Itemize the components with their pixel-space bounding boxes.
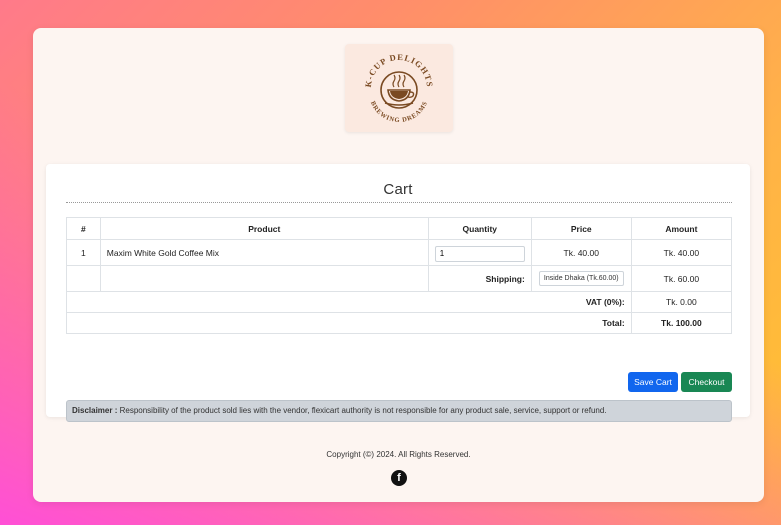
checkout-button[interactable]: Checkout [681,372,732,392]
disclaimer-label: Disclaimer : [72,406,118,415]
svg-text:K-CUP DELIGHTS: K-CUP DELIGHTS [363,52,435,88]
save-cart-button[interactable]: Save Cart [628,372,678,392]
empty-cell [99,265,429,292]
column-header-amount: Amount [630,217,733,240]
total-label: Total: [66,312,632,334]
item-index: 1 [66,239,101,266]
copyright-text: Copyright (©) 2024. All Rights Reserved. [326,450,471,459]
disclaimer-alert: Disclaimer : Responsibility of the produ… [66,400,732,422]
item-price: Tk. 40.00 [530,239,632,266]
shipping-row: Shipping: Inside Dhaka (Tk.60.00) Tk. 60… [66,265,733,292]
column-header-quantity: Quantity [427,217,532,240]
total-amount: Tk. 100.00 [630,312,733,334]
coffee-cup-logo-icon: K-CUP DELIGHTS BREWING DREAMS [363,52,435,124]
cart-table: # Product Quantity Price Amount 1 Maxim … [66,217,733,334]
page-card: K-CUP DELIGHTS BREWING DREAMS Cart # Pro… [33,28,764,502]
vat-row: VAT (0%): Tk. 0.00 [66,291,733,313]
shipping-amount: Tk. 60.00 [630,265,733,292]
table-header-row: # Product Quantity Price Amount [66,217,733,240]
facebook-icon[interactable]: f [391,470,407,486]
shipping-select-cell: Inside Dhaka (Tk.60.00) [530,265,632,292]
shipping-select[interactable]: Inside Dhaka (Tk.60.00) [538,271,624,286]
logo[interactable]: K-CUP DELIGHTS BREWING DREAMS [345,44,453,132]
column-header-index: # [66,217,101,240]
vat-amount: Tk. 0.00 [630,291,733,313]
total-row: Total: Tk. 100.00 [66,312,733,334]
logo-bottom-text: BREWING DREAMS [369,100,428,124]
title-divider [66,202,732,203]
item-amount: Tk. 40.00 [630,239,733,266]
item-product-name: Maxim White Gold Coffee Mix [99,239,429,266]
cart-panel: Cart # Product Quantity Price Amount 1 M… [46,164,750,422]
logo-top-text: K-CUP DELIGHTS [363,52,434,88]
disclaimer-text: Responsibility of the product sold lies … [119,406,607,415]
quantity-cell [427,239,532,266]
column-header-price: Price [530,217,632,240]
empty-cell [66,265,101,292]
cart-title: Cart [383,181,413,198]
vat-label: VAT (0%): [66,291,632,313]
svg-text:BREWING DREAMS: BREWING DREAMS [369,100,429,124]
shipping-label: Shipping: [427,265,532,292]
column-header-product: Product [99,217,429,240]
table-row: 1 Maxim White Gold Coffee Mix Tk. 40.00 … [66,239,733,266]
quantity-input[interactable] [434,245,525,262]
